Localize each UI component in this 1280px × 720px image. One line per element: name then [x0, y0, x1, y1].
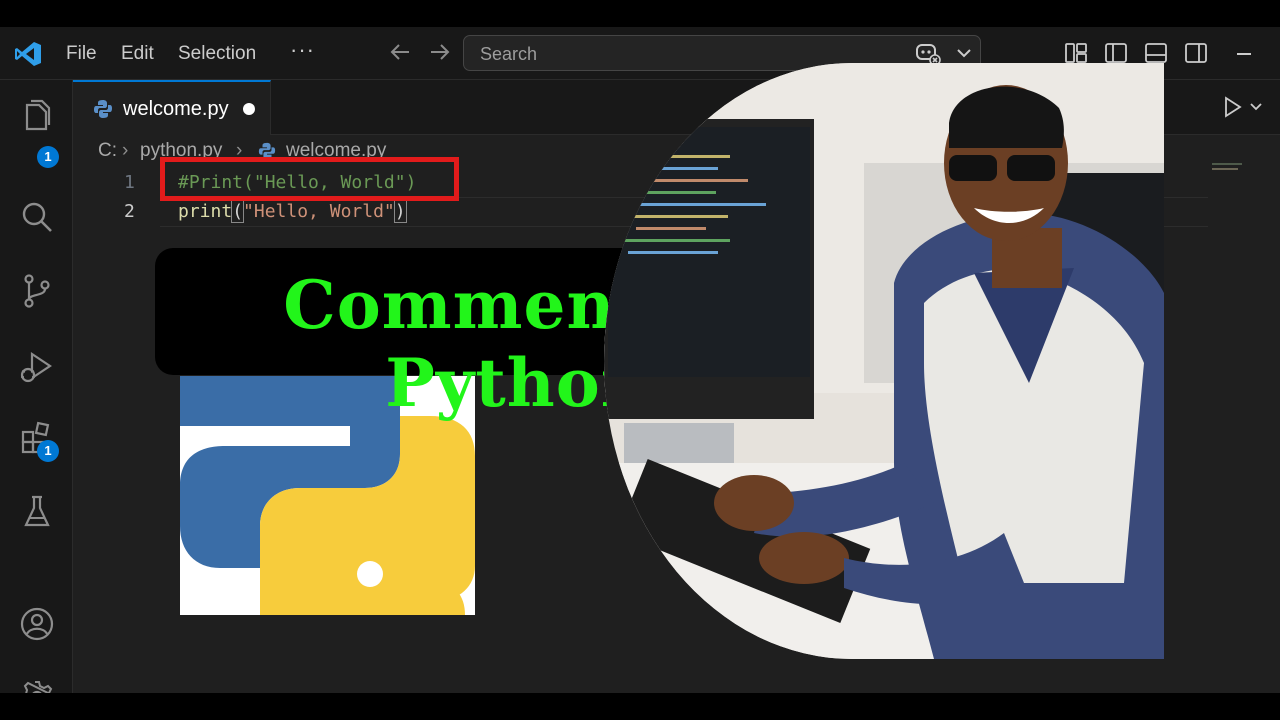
vscode-window: File Edit Selection ··· Search 1 1 welco… [0, 27, 1280, 693]
breadcrumb-drive[interactable]: C: [98, 140, 117, 162]
search-placeholder: Search [480, 44, 538, 64]
settings-gear-icon[interactable] [18, 678, 56, 693]
tab-welcome-py[interactable]: welcome.py [73, 80, 271, 135]
comment-highlight-box [160, 157, 459, 201]
line-number: 1 [124, 172, 135, 193]
source-control-icon[interactable] [18, 272, 56, 310]
toggle-primary-sidebar-icon[interactable] [1104, 41, 1128, 65]
accounts-icon[interactable] [18, 605, 56, 643]
minimap[interactable] [1208, 163, 1280, 693]
menu-more-button[interactable]: ··· [290, 37, 315, 63]
breadcrumb-separator-icon: › [122, 140, 129, 161]
extensions-badge: 1 [37, 440, 59, 462]
vscode-logo-icon [15, 42, 41, 66]
code-open-paren: ( [231, 200, 245, 223]
activity-bar: 1 1 [0, 80, 73, 693]
run-debug-icon[interactable] [18, 348, 56, 386]
minimap-line [1212, 163, 1242, 165]
minimap-line [1212, 168, 1238, 170]
code-function-name: print [178, 201, 233, 222]
back-arrow-icon[interactable] [387, 39, 413, 65]
code-string: "Hello, World" [243, 201, 395, 222]
chevron-down-icon[interactable] [956, 46, 972, 60]
run-options-chevron-icon[interactable] [1249, 101, 1263, 113]
toggle-panel-icon[interactable] [1144, 41, 1168, 65]
python-file-icon [94, 100, 112, 118]
run-python-file-icon[interactable] [1221, 96, 1243, 118]
search-icon[interactable] [18, 198, 56, 236]
explorer-badge: 1 [37, 146, 59, 168]
testing-icon[interactable] [18, 493, 56, 531]
minimize-icon[interactable] [1237, 53, 1251, 55]
unsaved-dot-icon[interactable] [243, 103, 255, 115]
line-number: 2 [124, 201, 135, 222]
code-line-2[interactable]: print("Hello, World") [178, 200, 407, 223]
explorer-icon[interactable] [18, 98, 56, 136]
person-at-computer-photo [604, 63, 1164, 659]
menu-file[interactable]: File [66, 43, 97, 65]
code-close-paren: ) [393, 200, 407, 223]
tab-label: welcome.py [123, 98, 229, 120]
customize-layout-icon[interactable] [1064, 41, 1088, 65]
menu-selection[interactable]: Selection [178, 43, 256, 65]
forward-arrow-icon[interactable] [427, 39, 453, 65]
menu-edit[interactable]: Edit [121, 43, 154, 65]
toggle-secondary-sidebar-icon[interactable] [1184, 41, 1208, 65]
